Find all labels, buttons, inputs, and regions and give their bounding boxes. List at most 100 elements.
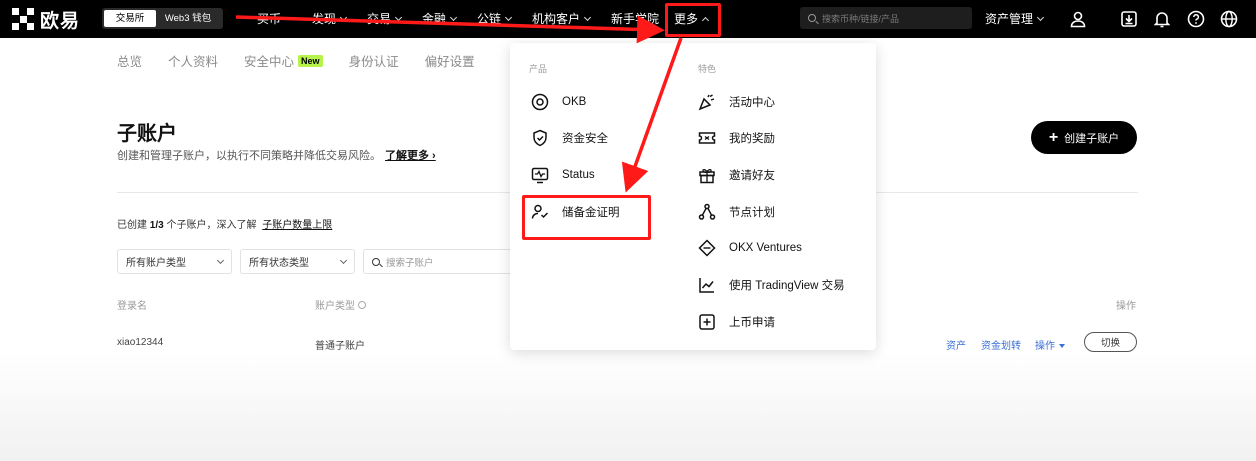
create-subaccount-button[interactable]: + 创建子账户 [1031, 121, 1137, 154]
search-placeholder: 搜索子账户 [386, 257, 434, 269]
row-account-type: 普通子账户 [315, 341, 365, 352]
nav-label: 交易 [367, 12, 392, 26]
chevron-down-icon [339, 13, 348, 21]
subtitle-text: 创建和管理子账户，以执行不同策略并降低交易风险。 [117, 150, 381, 162]
nav-label: 机构客户 [532, 12, 581, 26]
count-prefix: 已创建 [117, 220, 150, 231]
count-suffix: 个子账户，深入了解 [163, 220, 260, 231]
learn-more-link[interactable]: 了解更多 › [385, 150, 436, 162]
menu-item-node-program[interactable]: 节点计划 [697, 202, 775, 222]
nav-asset-management[interactable]: 资产管理 [985, 10, 1045, 27]
menu-item-activity-center[interactable]: 活动中心 [697, 92, 775, 112]
plus-icon: + [1048, 128, 1059, 146]
okx-logo[interactable]: 欧易 [12, 7, 81, 32]
subnav-overview[interactable]: 总览 [117, 51, 142, 70]
account-type-select[interactable]: 所有账户类型 [117, 249, 232, 274]
assets-link[interactable]: 资产 [946, 337, 966, 352]
subaccount-count-text: 已创建 1/3 个子账户，深入了解 子账户数量上限 [117, 216, 332, 231]
status-type-select[interactable]: 所有状态类型 [240, 249, 355, 274]
party-popper-icon [698, 94, 715, 111]
nav-label: 金融 [422, 12, 447, 26]
menu-item-label: 上币申请 [729, 317, 775, 329]
nav-institutional[interactable]: 机构客户 [532, 10, 592, 27]
global-search-input[interactable]: 搜索币种/链接/产品 [800, 7, 972, 29]
web3-wallet-tab[interactable]: Web3 钱包 [156, 10, 220, 27]
select-value: 所有状态类型 [249, 258, 309, 269]
menu-item-label: 使用 TradingView 交易 [729, 280, 845, 292]
menu-item-invite-friends[interactable]: 邀请好友 [697, 165, 775, 185]
header-login-name: 登录名 [117, 301, 147, 312]
menu-item-label: 资金安全 [562, 133, 608, 145]
annotation-box-proof-of-reserves [522, 195, 651, 240]
status-monitor-icon [531, 167, 549, 184]
create-button-label: 创建子账户 [1064, 132, 1120, 145]
subnav-label: 总览 [117, 55, 143, 69]
nav-academy[interactable]: 新手学院 [611, 10, 659, 27]
help-icon[interactable] [1186, 9, 1206, 29]
menu-item-okb[interactable]: OKB [530, 92, 586, 112]
nav-finance[interactable]: 金融 [422, 10, 458, 27]
chevron-down-icon [504, 13, 513, 21]
nav-label: 公链 [477, 12, 502, 26]
bell-icon[interactable] [1152, 9, 1172, 29]
menu-item-listing-application[interactable]: 上币申请 [697, 312, 775, 332]
header-account-type: 账户类型 [315, 297, 366, 312]
menu-item-label: OKB [562, 96, 587, 108]
shield-icon [533, 129, 547, 147]
nav-label: 发现 [312, 12, 337, 26]
exchange-wallet-switch[interactable]: 交易所 Web3 钱包 [102, 8, 223, 29]
logo-text: 欧易 [40, 10, 81, 32]
ticket-icon [698, 132, 716, 144]
subnav-verification[interactable]: 身份认证 [349, 51, 399, 70]
okb-icon [531, 93, 549, 111]
subnav-label: 个人资料 [168, 55, 219, 69]
menu-item-status[interactable]: Status [530, 165, 595, 185]
subnav-preferences[interactable]: 偏好设置 [425, 51, 475, 70]
menu-item-label: 节点计划 [729, 207, 775, 219]
chevron-down-icon [1036, 13, 1045, 21]
menu-item-okx-ventures[interactable]: OKX Ventures [697, 238, 802, 258]
limit-link[interactable]: 子账户数量上限 [262, 220, 332, 231]
select-value: 所有账户类型 [126, 258, 186, 269]
page-subtitle: 创建和管理子账户，以执行不同策略并降低交易风险。 了解更多 › [117, 147, 436, 163]
chevron-down-icon [583, 13, 592, 21]
row-login-name: xiao12344 [117, 337, 164, 348]
new-badge: New [298, 54, 323, 67]
subnav-security-center[interactable]: 安全中心 New [244, 51, 323, 70]
menu-item-tradingview[interactable]: 使用 TradingView 交易 [697, 275, 845, 295]
user-icon[interactable] [1068, 9, 1088, 29]
operate-dropdown[interactable]: 操作 [1035, 337, 1065, 352]
search-placeholder: 搜索币种/链接/产品 [822, 13, 900, 24]
transfer-link[interactable]: 资金划转 [981, 337, 1021, 352]
nav-discover[interactable]: 发现 [312, 10, 348, 27]
subnav-profile[interactable]: 个人资料 [168, 51, 218, 70]
nav-trade[interactable]: 交易 [367, 10, 403, 27]
chevron-down-icon [394, 13, 403, 21]
header-label: 账户类型 [315, 301, 355, 312]
chevron-down-icon [449, 13, 458, 21]
switch-account-button[interactable]: 切换 [1084, 332, 1137, 352]
info-icon[interactable] [358, 300, 366, 309]
menu-item-fund-security[interactable]: 资金安全 [530, 128, 608, 148]
menu-item-label: 活动中心 [729, 97, 775, 109]
menu-item-my-rewards[interactable]: 我的奖励 [697, 128, 775, 148]
nav-buy-crypto[interactable]: 买币 [257, 10, 281, 27]
chevron-down-icon [339, 256, 348, 264]
menu-item-label: 我的奖励 [729, 133, 775, 145]
caret-down-icon [1059, 344, 1065, 349]
operate-label: 操作 [1035, 341, 1055, 352]
download-icon[interactable] [1119, 9, 1139, 29]
chart-line-icon [699, 278, 714, 293]
gift-icon [699, 168, 715, 184]
menu-item-label: OKX Ventures [729, 242, 802, 254]
nav-label: 新手学院 [611, 12, 660, 26]
page-title: 子账户 [117, 123, 177, 145]
globe-icon[interactable] [1219, 9, 1239, 29]
exchange-tab[interactable]: 交易所 [104, 10, 156, 27]
nav-label: 资产管理 [985, 12, 1034, 26]
nav-chain[interactable]: 公链 [477, 10, 513, 27]
subaccount-search-input[interactable]: 搜索子账户 [363, 249, 523, 274]
products-heading: 产品 [529, 64, 548, 74]
menu-item-label: 邀请好友 [729, 170, 775, 182]
annotation-box-more [665, 3, 721, 37]
